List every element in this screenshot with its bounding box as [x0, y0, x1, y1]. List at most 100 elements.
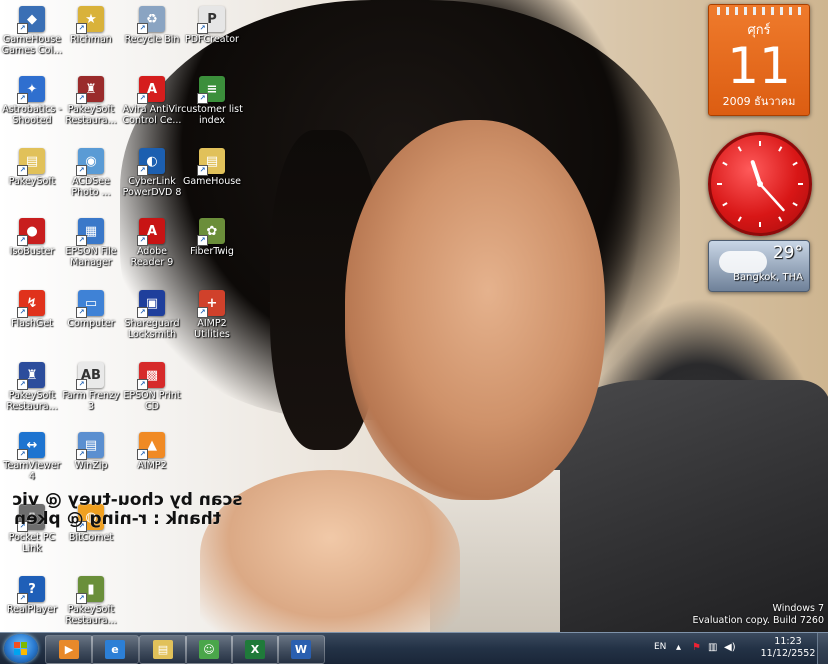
desktop-icon-label: Adobe: [136, 246, 168, 257]
shortcut-arrow-icon: ↗: [76, 23, 87, 34]
wallpaper-face: [345, 120, 605, 500]
desktop-icon[interactable]: ▭ ↗ Computer: [59, 290, 123, 329]
shortcut-arrow-icon: ↗: [76, 93, 87, 104]
shortcut-arrow-icon: ↗: [17, 93, 28, 104]
shortcut-arrow-icon: ↗: [197, 307, 208, 318]
clock-tick: [722, 161, 728, 166]
shortcut-arrow-icon: ↗: [17, 593, 28, 604]
desktop-icon[interactable]: A ↗ Avira AntiVir Control Ce...: [120, 76, 184, 126]
shortcut-arrow-icon: ↗: [76, 235, 87, 246]
desktop-icon[interactable]: ♻ ↗ Recycle Bin: [120, 6, 184, 45]
desktop-icon-label: Recycle Bin: [124, 34, 180, 45]
desktop-icon-label: PakeySoft: [8, 176, 56, 187]
taskbar-messenger-button[interactable]: ☺: [185, 635, 233, 664]
desktop-icon[interactable]: ▮ ↗ PakeySoft Restaura...: [59, 576, 123, 626]
clock-gadget[interactable]: [708, 132, 812, 236]
desktop-icon[interactable]: ≡ ↗ customer list index: [180, 76, 244, 126]
shortcut-arrow-icon: ↗: [197, 23, 208, 34]
taskbar-excel-button[interactable]: X: [231, 635, 279, 664]
tray-expand-icon[interactable]: ▴: [676, 642, 689, 654]
desktop-icon[interactable]: ↯ ↗ FlashGet: [0, 290, 64, 329]
weather-gadget[interactable]: 29° Bangkok, THA: [708, 240, 810, 292]
shortcut-arrow-icon: ↗: [76, 449, 87, 460]
desktop-icon[interactable]: ▩ ↗ EPSON Print CD: [120, 362, 184, 412]
desktop-icon-label: FiberTwig: [190, 246, 234, 257]
app-icon: A ↗: [137, 218, 165, 246]
desktop-icon[interactable]: ✿ ↗ FiberTwig: [180, 218, 244, 257]
desktop-icon[interactable]: AB ↗ Farm Frenzy 3: [59, 362, 123, 412]
shortcut-arrow-icon: ↗: [17, 23, 28, 34]
desktop[interactable]: ◆ ↗ GameHouse Games Col... ★ ↗ Richman ♻ ↗ Recycl…: [0, 0, 828, 632]
taskbar-word-button[interactable]: W: [277, 635, 325, 664]
shortcut-arrow-icon: ↗: [76, 165, 87, 176]
calendar-day-number: 11: [727, 37, 791, 95]
desktop-icon[interactable]: ▤ ↗ PakeySoft: [0, 148, 64, 187]
desktop-icon-label: ACDSee: [72, 176, 110, 187]
app-icon: ★ ↗: [76, 6, 104, 34]
desktop-icon[interactable]: ▣ ↗ Shareguard Locksmith: [120, 290, 184, 340]
desktop-icon[interactable]: ? ↗ RealPlayer: [0, 576, 64, 615]
shortcut-arrow-icon: ↗: [17, 379, 28, 390]
calendar-month-year: 2009 ธันวาคม: [722, 95, 796, 108]
desktop-icon-label: Farm Frenzy: [62, 390, 120, 401]
desktop-icon[interactable]: ♜ ↗ PakeySoft Restaura...: [59, 76, 123, 126]
shortcut-arrow-icon: ↗: [17, 307, 28, 318]
desktop-icon[interactable]: ◉ ↗ ACDSee Photo ...: [59, 148, 123, 198]
desktop-icon-label: BitComet: [68, 532, 114, 543]
desktop-icon[interactable]: ▲ ↗ AIMP2: [120, 432, 184, 471]
app-icon: ↔ ↗: [17, 432, 45, 460]
desktop-icon-label-line2: Link: [22, 543, 42, 554]
app-icon: P ↗: [197, 6, 225, 34]
cloud-icon: [719, 251, 767, 273]
desktop-icon-label-line2: 4: [28, 471, 36, 482]
shortcut-arrow-icon: ↗: [137, 165, 148, 176]
shortcut-arrow-icon: ↗: [137, 93, 148, 104]
taskbar-media-player-button[interactable]: ▶: [45, 635, 93, 664]
desktop-icon[interactable]: ♜ ↗ PakeySoft Restaura...: [0, 362, 64, 412]
desktop-icon-label: CyberLink: [128, 176, 176, 187]
desktop-icon-label: Avira AntiVir: [122, 104, 182, 115]
desktop-icon-label-line2: Utilities: [194, 329, 230, 340]
desktop-icon[interactable]: ▤ ↗ WinZip: [59, 432, 123, 471]
app-icon: ≡ ↗: [197, 76, 225, 104]
show-desktop-button[interactable]: [817, 633, 828, 664]
action-center-icon[interactable]: ⚑: [692, 642, 705, 654]
desktop-icon[interactable]: ↔ ↗ TeamViewer 4: [0, 432, 64, 482]
app-icon: ▤ ↗: [17, 148, 45, 176]
desktop-icon-label: PakeySoft: [67, 104, 115, 115]
calendar-gadget[interactable]: ศุกร์ 11 2009 ธันวาคม: [708, 4, 810, 116]
taskbar-internet-explorer-button[interactable]: e: [91, 635, 139, 664]
desktop-icon[interactable]: ▦ ↗ EPSON File Manager: [59, 218, 123, 268]
internet-explorer-icon: e: [105, 640, 125, 659]
desktop-icon[interactable]: ◐ ↗ CyberLink PowerDVD 8: [120, 148, 184, 198]
shortcut-arrow-icon: ↗: [197, 93, 208, 104]
taskbar-clock[interactable]: 11:23 11/12/2552: [758, 636, 818, 660]
shortcut-arrow-icon: ↗: [137, 307, 148, 318]
desktop-icon[interactable]: ● ↗ IsoBuster: [0, 218, 64, 257]
shortcut-arrow-icon: ↗: [17, 235, 28, 246]
start-button[interactable]: [4, 634, 38, 663]
desktop-icon[interactable]: + ↗ AIMP2 Utilities: [180, 290, 244, 340]
desktop-icon-label: GameHouse: [2, 34, 62, 45]
desktop-icon-label: AIMP2: [197, 318, 227, 329]
shortcut-arrow-icon: ↗: [197, 235, 208, 246]
desktop-icon[interactable]: ▤ ↗ GameHouse: [180, 148, 244, 187]
taskbar-date: 11/12/2552: [760, 648, 816, 659]
desktop-icon-label-line2: Shooted: [12, 115, 52, 126]
desktop-icon[interactable]: ✦ ↗ Astrobatics - Shooted: [0, 76, 64, 126]
shortcut-arrow-icon: ↗: [76, 379, 87, 390]
desktop-icon[interactable]: A ↗ Adobe Reader 9: [120, 218, 184, 268]
clock-tick: [778, 146, 783, 152]
language-indicator[interactable]: EN: [654, 642, 666, 652]
volume-icon[interactable]: ◀): [724, 642, 737, 654]
app-icon: ◆ ↗: [17, 6, 45, 34]
taskbar-explorer-button[interactable]: ▤: [139, 635, 187, 664]
clock-tick: [722, 202, 728, 207]
clock-tick: [792, 202, 798, 207]
desktop-icon[interactable]: ★ ↗ Richman: [59, 6, 123, 45]
windows-logo-icon: [14, 642, 28, 655]
network-icon[interactable]: ▥: [708, 642, 721, 654]
desktop-icon[interactable]: ◆ ↗ GameHouse Games Col...: [0, 6, 64, 56]
desktop-icon[interactable]: P ↗ PDFCreator: [180, 6, 244, 45]
clock-tick: [792, 161, 798, 166]
